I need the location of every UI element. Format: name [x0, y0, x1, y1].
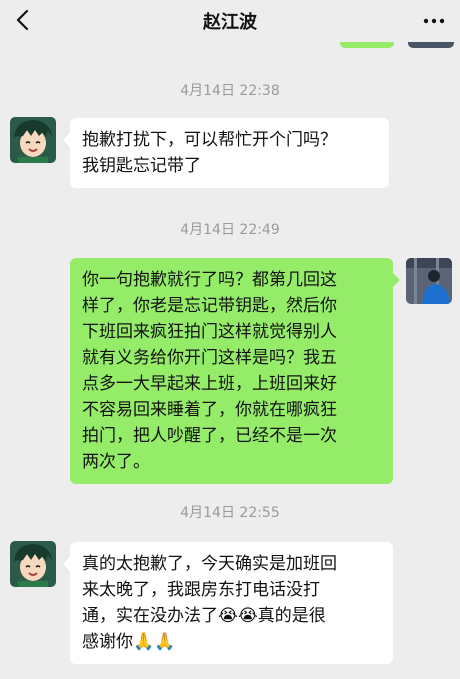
message-line: 两次了。: [82, 452, 150, 472]
message-text: 真的是很: [257, 606, 326, 626]
message-line: 就有义务给你开门这样是吗？我五: [82, 348, 337, 368]
chat-title: 赵江波: [203, 12, 257, 33]
timestamp: 4月14日 22:38: [180, 83, 280, 99]
timestamp: 4月14日 22:49: [180, 222, 280, 238]
contact-avatar[interactable]: [10, 117, 56, 163]
message-line: 拍门，把人吵醒了，已经不是一次: [82, 426, 337, 446]
loudly-crying-face-icon: 😭: [218, 606, 238, 626]
chat-header: 赵江波: [0, 0, 460, 42]
message-bubble-received[interactable]: 抱歉打扰下，可以帮忙开个门吗？ 我钥匙忘记带了: [63, 118, 389, 188]
timestamp: 4月14日 22:55: [180, 505, 280, 521]
message-text: 感谢你: [82, 632, 133, 652]
message-line-with-emoji: 感谢你🙏🙏: [82, 629, 381, 655]
message-line: 样了，你老是忘记带钥匙，然后你: [82, 296, 337, 316]
folded-hands-icon: 🙏: [154, 632, 176, 652]
message-text: 通，实在没办法了: [82, 606, 218, 626]
more-dots-icon: [423, 18, 445, 24]
message-line: 抱歉打扰下，可以帮忙开个门吗？: [82, 130, 337, 150]
person-photo-avatar-icon: [406, 258, 452, 304]
message-line-with-emoji: 通，实在没办法了😭😭真的是很: [82, 603, 381, 629]
contact-avatar[interactable]: [10, 541, 56, 587]
message-line: 不容易回来睡着了，你就在哪疯狂: [82, 400, 337, 420]
message-line: 下班回来疯狂拍门这样就觉得别人: [82, 322, 337, 342]
message-line: 点多一大早起来上班，上班回来好: [82, 374, 337, 394]
message-line: 真的太抱歉了，今天确实是加班回: [82, 554, 337, 574]
self-avatar[interactable]: [406, 258, 452, 304]
message-line: 我钥匙忘记带了: [82, 156, 201, 176]
message-line: 你一句抱歉就行了吗？都第几回这: [82, 270, 337, 290]
anime-boy-avatar-icon: [10, 117, 56, 163]
message-bubble-sent[interactable]: 你一句抱歉就行了吗？都第几回这 样了，你老是忘记带钥匙，然后你 下班回来疯狂拍门…: [70, 258, 400, 484]
message-line: 来太晚了，我跟房东打电话没打: [82, 580, 320, 600]
more-button[interactable]: [420, 7, 448, 35]
message-bubble-received[interactable]: 真的太抱歉了，今天确实是加班回 来太晚了，我跟房东打电话没打 通，实在没办法了😭…: [63, 542, 393, 664]
anime-boy-avatar-icon: [10, 541, 56, 587]
folded-hands-icon: 🙏: [133, 632, 155, 652]
loudly-crying-face-icon: 😭: [237, 606, 258, 626]
